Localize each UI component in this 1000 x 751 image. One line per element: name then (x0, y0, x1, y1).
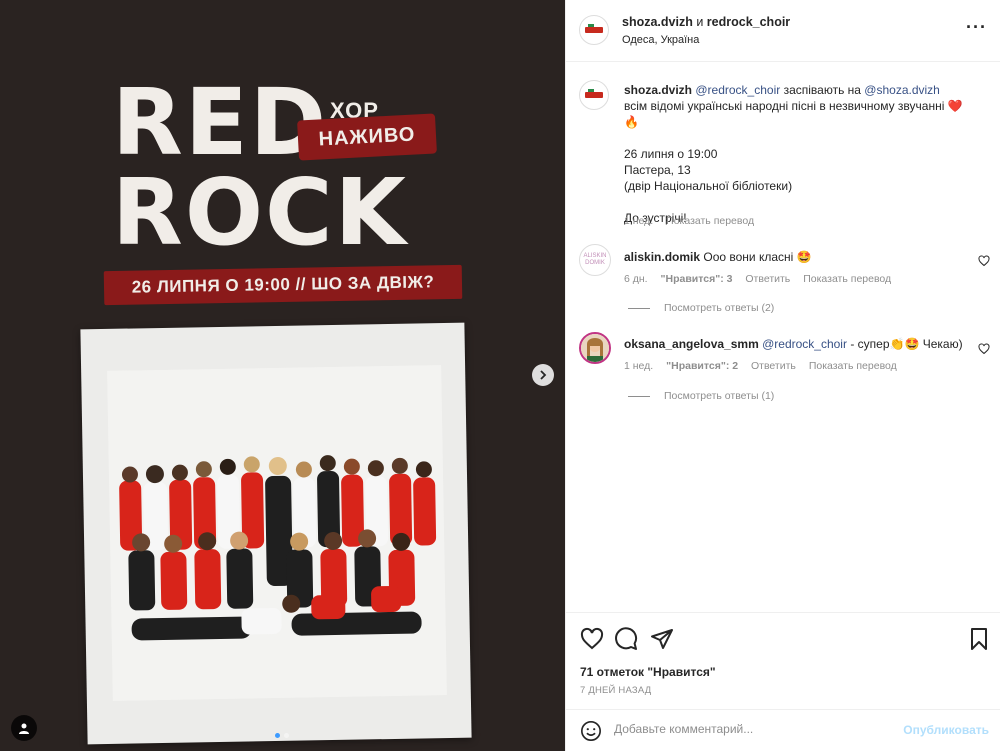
caption-text-1: заспівають на (780, 83, 865, 97)
caption-translate-link[interactable]: Показать перевод (666, 215, 754, 227)
comment-2-body: - супер (846, 337, 890, 351)
comment-input[interactable] (614, 722, 884, 736)
comment-2-emoji: 👏🤩 (889, 337, 920, 351)
post-side-panel: shoza.dvizh и redrock_choir Одеса, Украї… (565, 0, 1000, 751)
carousel-dot (284, 733, 289, 738)
paper-plane-icon[interactable] (650, 627, 674, 651)
post-authors: shoza.dvizh и redrock_choir (622, 15, 790, 29)
caption-meta: 1 нед. Показать перевод (624, 215, 764, 227)
more-horizontal-icon: ··· (966, 17, 987, 37)
shoza-logo-icon (581, 17, 607, 43)
comment-1-view-replies[interactable]: Посмотреть ответы (2) (628, 302, 774, 314)
shoza-logo-icon (581, 82, 607, 108)
comment-1-username[interactable]: aliskin.domik (624, 250, 700, 264)
post-media: RED ХОР НАЖИВО ROCK 26 ЛИПНЯ О 19:00 // … (0, 0, 565, 751)
caption-address: Пастера, 13 (624, 163, 691, 177)
aliskin-domik-avatar[interactable]: ALISKIN DOMIK (579, 244, 611, 276)
comment-2-likes[interactable]: "Нравится": 2 (666, 360, 738, 372)
comment-1-translate[interactable]: Показать перевод (803, 273, 891, 285)
comment-1-text: aliskin.domik Ооо вони класні 🤩 (624, 250, 812, 264)
bookmark-icon[interactable] (967, 627, 991, 651)
comment-2-text: oksana_angelova_smm @redrock_choir - суп… (624, 337, 963, 351)
tagged-users-button[interactable] (11, 715, 37, 741)
comment-1-meta: 6 дн. "Нравится": 3 Ответить Показать пе… (624, 273, 901, 285)
caption-username[interactable]: shoza.dvizh (624, 83, 692, 97)
comment-2-age[interactable]: 1 нед. (624, 360, 653, 372)
chevron-right-icon (540, 370, 547, 380)
caption-mention-redrock[interactable]: @redrock_choir (695, 83, 780, 97)
and-word: и (696, 15, 704, 29)
comment-2-meta: 1 нед. "Нравится": 2 Ответить Показать п… (624, 360, 907, 372)
comment-2-translate[interactable]: Показать перевод (809, 360, 897, 372)
likes-count[interactable]: 71 отметок "Нравится" (580, 665, 716, 679)
posted-time[interactable]: 7 ДНЕЙ НАЗАД (580, 685, 651, 696)
comment-1-view-replies-label: Посмотреть ответы (2) (664, 302, 775, 314)
caption-mention-shoza[interactable]: @shoza.dvizh (864, 83, 940, 97)
comment-2-view-replies-label: Посмотреть ответы (1) (664, 390, 775, 402)
comment-2-username[interactable]: oksana_angelova_smm (624, 337, 759, 351)
profile-photo-icon (581, 334, 609, 362)
post-actions-bar: 71 отметок "Нравится" 7 ДНЕЙ НАЗАД Опубл… (566, 612, 1000, 751)
post-header: shoza.dvizh и redrock_choir Одеса, Украї… (566, 0, 1000, 62)
choir-group-photo (107, 365, 447, 701)
caption-age[interactable]: 1 нед. (624, 215, 653, 227)
comment-1-emoji: 🤩 (796, 250, 812, 264)
post-caption: shoza.dvizh @redrock_choir заспівають на… (624, 82, 964, 226)
shoza-dvizh-avatar[interactable] (579, 15, 609, 45)
comment-1-likes[interactable]: "Нравится": 3 (661, 273, 733, 285)
comment-form: Опубликовать (566, 709, 1000, 751)
comment-icon[interactable] (614, 627, 638, 651)
comment-1-body: Ооо вони класні (700, 250, 797, 264)
carousel-dot-active (275, 733, 280, 738)
caption-text-2: всім відомі українські народні пісні в н… (624, 99, 948, 113)
heart-icon[interactable] (580, 627, 604, 651)
post-location[interactable]: Одеса, Україна (622, 34, 699, 46)
oksana-angelova-avatar[interactable] (579, 332, 611, 364)
caption-place: (двір Національної бібліотеки) (624, 179, 793, 193)
poster-title-red: RED (112, 69, 329, 176)
publish-button[interactable]: Опубликовать (903, 723, 989, 737)
replies-line (628, 307, 650, 309)
comment-2-view-replies[interactable]: Посмотреть ответы (1) (628, 390, 774, 402)
caption-avatar[interactable] (579, 80, 609, 110)
comment-1-age[interactable]: 6 дн. (624, 273, 648, 285)
author-username[interactable]: shoza.dvizh (622, 15, 693, 29)
more-options-button[interactable]: ··· (966, 17, 987, 37)
comment-2-reply[interactable]: Ответить (751, 360, 796, 372)
replies-line (628, 395, 650, 397)
comment-1-heart-icon[interactable] (978, 255, 990, 267)
user-icon (19, 723, 29, 734)
poster-polaroid-frame (80, 322, 472, 745)
aliskin-avatar-text: ALISKIN DOMIK (583, 253, 607, 266)
carousel-dots (275, 733, 289, 738)
comment-2-heart-icon[interactable] (978, 343, 990, 355)
comment-1-reply[interactable]: Ответить (745, 273, 790, 285)
poster-live-badge: НАЖИВО (297, 113, 437, 161)
comment-2-mention[interactable]: @redrock_choir (762, 337, 847, 351)
comment-2-body-2: Чекаю) (919, 337, 963, 351)
emoji-icon[interactable] (580, 720, 602, 742)
caption-date: 26 липня о 19:00 (624, 147, 718, 161)
poster-date-banner: 26 ЛИПНЯ О 19:00 // ШО ЗА ДВІЖ? (103, 264, 463, 306)
coauthor-username[interactable]: redrock_choir (707, 15, 790, 29)
poster-title-rock: ROCK (112, 159, 408, 266)
next-slide-button[interactable] (532, 364, 554, 386)
